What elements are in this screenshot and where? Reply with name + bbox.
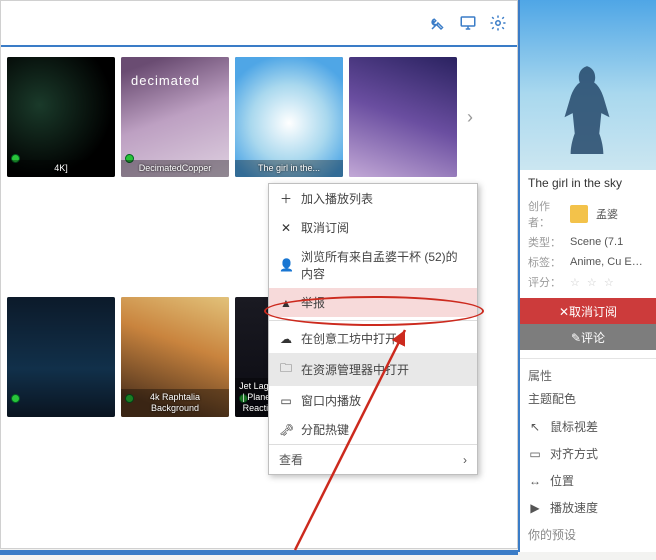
prop-label: 播放速度 <box>550 499 598 516</box>
toolbar <box>1 1 517 47</box>
action-buttons: ✕取消订阅 ✎评论 <box>520 298 656 350</box>
rating-stars[interactable]: ☆ ☆ ☆ <box>570 276 616 289</box>
theme-heading: 主题配色 <box>528 390 648 407</box>
plus-icon: ＋ <box>279 190 293 207</box>
menu-label: 在创意工坊中打开 <box>301 330 397 347</box>
online-badge <box>11 394 20 403</box>
warning-icon: ▲ <box>279 296 293 310</box>
properties-section: 属性 主题配色 ↖ 鼠标视差 ▭ 对齐方式 ↔ 位置 ▶ 播放速度 你的预设 <box>520 358 656 552</box>
wallpaper-tile[interactable]: 4k Raphtalia Background <box>121 297 229 417</box>
menu-label: 取消订阅 <box>301 219 349 236</box>
menu-label: 窗口内播放 <box>301 392 361 409</box>
menu-view[interactable]: 查看 › <box>269 444 477 474</box>
tools-icon[interactable] <box>429 14 447 32</box>
menu-unsubscribe[interactable]: ✕ 取消订阅 <box>269 213 477 242</box>
tile-caption: 4k Raphtalia Background <box>121 389 229 417</box>
wallpaper-tile-selected[interactable]: The girl in the... <box>235 57 343 177</box>
button-label: ✎评论 <box>571 329 605 346</box>
section-heading: 属性 <box>528 367 648 384</box>
detail-panel: The girl in the sky 创作者： 孟婆 类型： Scene (7.1… <box>518 0 656 552</box>
prop-parallax[interactable]: ↖ 鼠标视差 <box>528 413 648 440</box>
bottom-accent-bar <box>0 550 518 555</box>
unsubscribe-button[interactable]: ✕取消订阅 <box>520 298 656 324</box>
prop-label: 位置 <box>550 472 574 489</box>
menu-assign-hotkey[interactable]: 🗝 分配热键 <box>269 415 477 444</box>
tile-caption: DecimatedCopper <box>121 160 229 177</box>
menu-label: 在资源管理器中打开 <box>301 361 409 378</box>
menu-browse-author[interactable]: 👤 浏览所有来自孟婆干杯 (52)的内容 <box>269 242 477 288</box>
window-icon: ▭ <box>279 394 293 408</box>
prop-speed[interactable]: ▶ 播放速度 <box>528 494 648 521</box>
folder-icon: 🗀 <box>279 359 293 380</box>
type-value: Scene (7.1 <box>570 236 623 248</box>
prop-position[interactable]: ↔ 位置 <box>528 467 648 494</box>
menu-open-workshop[interactable]: ☁ 在创意工坊中打开 <box>269 324 477 353</box>
chevron-right-icon: › <box>463 453 467 467</box>
user-icon: 👤 <box>279 258 293 272</box>
play-icon: ▶ <box>528 501 542 515</box>
gallery-row: 4K] DecimatedCopper The girl in the... › <box>7 57 511 177</box>
cursor-icon: ↖ <box>528 420 542 434</box>
prop-label: 鼠标视差 <box>550 418 598 435</box>
wallpaper-hero <box>520 0 656 170</box>
menu-label: 举报 <box>301 294 325 311</box>
wallpaper-tile[interactable] <box>349 57 457 177</box>
cloud-icon: ☁ <box>279 332 293 346</box>
scroll-right[interactable]: › <box>463 57 477 177</box>
wallpaper-meta: 创作者： 孟婆 类型： Scene (7.1 标签： Anime, Cu Everyo… <box>520 198 656 290</box>
tile-caption: The girl in the... <box>235 160 343 177</box>
menu-report[interactable]: ▲ 举报 <box>269 288 477 317</box>
position-icon: ↔ <box>528 474 542 488</box>
wallpaper-tile[interactable]: DecimatedCopper <box>121 57 229 177</box>
wallpaper-title: The girl in the sky <box>520 170 656 194</box>
menu-label: 加入播放列表 <box>301 190 373 207</box>
align-icon: ▭ <box>528 447 542 461</box>
tile-caption: 4K] <box>7 160 115 177</box>
menu-window-preview[interactable]: ▭ 窗口内播放 <box>269 386 477 415</box>
menu-add-playlist[interactable]: ＋ 加入播放列表 <box>269 184 477 213</box>
prop-label: 对齐方式 <box>550 445 598 462</box>
tags-label: 标签： <box>528 254 562 270</box>
button-label: ✕取消订阅 <box>559 303 617 320</box>
wallpaper-tile[interactable] <box>7 297 115 417</box>
menu-label: 查看 <box>279 451 303 468</box>
author-label: 创作者： <box>528 198 562 230</box>
author-avatar[interactable] <box>570 205 588 223</box>
key-icon: 🗝 <box>279 423 293 437</box>
type-label: 类型： <box>528 234 562 250</box>
gear-icon[interactable] <box>489 14 507 32</box>
menu-separator <box>269 320 477 321</box>
girl-silhouette <box>556 62 618 154</box>
menu-open-explorer[interactable]: 🗀 在资源管理器中打开 <box>269 353 477 386</box>
your-presets: 你的预设 <box>528 521 648 548</box>
tags-value: Anime, Cu Everyone <box>570 256 648 268</box>
wallpaper-tile[interactable]: 4K] <box>7 57 115 177</box>
comments-button[interactable]: ✎评论 <box>520 324 656 350</box>
rating-label: 评分： <box>528 274 562 290</box>
prop-alignment[interactable]: ▭ 对齐方式 <box>528 440 648 467</box>
context-menu: ＋ 加入播放列表 ✕ 取消订阅 👤 浏览所有来自孟婆干杯 (52)的内容 ▲ 举报 ☁ 在… <box>268 183 478 475</box>
x-icon: ✕ <box>279 221 293 235</box>
prop-label: 你的预设 <box>528 526 576 543</box>
monitor-icon[interactable] <box>459 14 477 32</box>
author-name[interactable]: 孟婆 <box>596 206 618 222</box>
menu-label: 浏览所有来自孟婆干杯 (52)的内容 <box>301 248 467 282</box>
menu-label: 分配热键 <box>301 421 349 438</box>
